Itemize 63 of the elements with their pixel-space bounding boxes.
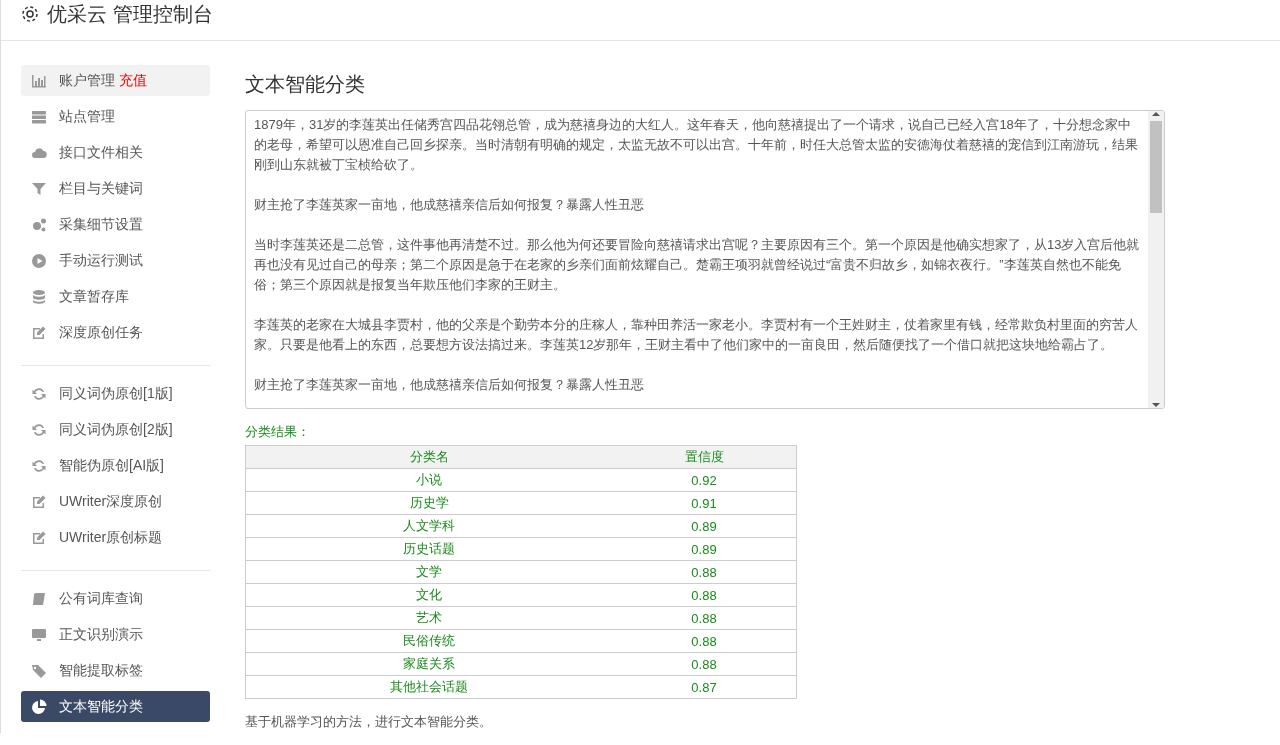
pie-chart-icon: [31, 698, 47, 715]
column-header: 置信度: [612, 445, 797, 469]
table-cell: 0.88: [612, 606, 797, 630]
sidebar-item[interactable]: 智能提取标签: [21, 655, 210, 686]
description-text: 基于机器学习的方法，进行文本智能分类。: [245, 713, 493, 731]
scroll-up-icon[interactable]: [1152, 111, 1160, 117]
result-label: 分类结果：: [245, 423, 311, 441]
sidebar-item[interactable]: 采集细节设置: [21, 209, 210, 240]
table-cell: 0.88: [612, 560, 797, 584]
table-cell: 小说: [245, 468, 613, 492]
text-input-area[interactable]: 1879年，31岁的李莲英出任储秀宫四品花翎总管，成为慈禧身边的大红人。这年春天，他向慈禧提出了一个请求，说自己已经入宫18年了，十分想念家中的老母，希望可以恩准自己回乡探亲。当时清朝有明确的规定，太监无故不可以出宫。十年前，时任大总管太监的安德海仗着慈禧的宠信到江南游玩，结果刚到山东就被丁宝桢给砍了。 财主抢了李莲英家一亩地，他成慈禧亲信后如何报复？暴露人性丑恶 当时李莲英还是二总管，这件事他再清楚不过。那么他为何还要冒险向慈禧请求出宫呢？主要原因有三个。第一个原因是他确实想家了，从13岁入宫后他就再也没有见过自己的母亲；第二个原因是急于在老家的乡亲们面前炫耀自己。楚霸王项羽就曾经说过“富贵不归故乡，如锦衣夜行。”李莲英自然也不能免俗；第三个原因就是报复当年欺压他们李家的王财主。 李莲英的老家在大城县李贾村，他的父亲是个勤劳本分的庄稼人，靠种田养活一家老小。李贾村有一个王姓财主，仗着家里有钱，经常欺负村里面的穷苦人家。只要是他看上的东西，总要想方设法搞过来。李莲英12岁那年，王财主看中了他们家中的一亩良田，然后随便找了一个借口就把这块地给霸占了。 财主抢了李莲英家一亩地，他成慈禧亲信后如何报复？暴露人性丑恶: [245, 110, 1165, 409]
scrollbar-thumb[interactable]: [1150, 121, 1162, 213]
table-cell: 艺术: [245, 606, 613, 630]
refresh-icon: [31, 457, 47, 474]
table-cell: 人文学科: [245, 514, 613, 538]
table-cell: 0.88: [612, 652, 797, 676]
sidebar-item[interactable]: UWriter原创标题: [21, 522, 210, 553]
database-icon: [31, 288, 47, 305]
sidebar-item[interactable]: 同义词伪原创[2版]: [21, 414, 210, 445]
sidebar-item[interactable]: 文本智能分类: [21, 691, 210, 722]
sidebar-item[interactable]: 文章暂存库: [21, 281, 210, 312]
scroll-down-icon[interactable]: [1152, 402, 1160, 408]
column-header: 分类名: [245, 445, 613, 469]
table-cell: 0.89: [612, 537, 797, 561]
sidebar-item[interactable]: 站点管理: [21, 101, 210, 132]
table-cell: 民俗传统: [245, 629, 613, 653]
refresh-icon: [31, 421, 47, 438]
bar-chart-icon: [31, 72, 47, 89]
table-cell: 0.89: [612, 514, 797, 538]
table-cell: 历史学: [245, 491, 613, 515]
table-cell: 家庭关系: [245, 652, 613, 676]
sidebar-item[interactable]: 智能伪原创[AI版]: [21, 450, 210, 481]
sidebar-item[interactable]: 栏目与关键词: [21, 173, 210, 204]
filter-icon: [31, 180, 47, 197]
edit-icon: [31, 324, 47, 341]
table-cell: 0.88: [612, 629, 797, 653]
app-title: 优采云 管理控制台: [47, 1, 213, 27]
tag-icon: [31, 662, 47, 679]
sidebar-item[interactable]: 账户管理 充值: [21, 65, 210, 96]
table-cell: 文化: [245, 583, 613, 607]
refresh-icon: [31, 385, 47, 402]
table-cell: 其他社会话题: [245, 675, 613, 699]
table-cell: 0.87: [612, 675, 797, 699]
edit-icon: [31, 493, 47, 510]
settings-icon: [21, 5, 39, 23]
table-cell: 0.88: [612, 583, 797, 607]
table-cell: 0.92: [612, 468, 797, 492]
sidebar-item[interactable]: UWriter深度原创: [21, 486, 210, 517]
sidebar-item[interactable]: 手动运行测试: [21, 245, 210, 276]
sidebar-item[interactable]: 同义词伪原创[1版]: [21, 378, 210, 409]
sidebar-item[interactable]: 正文识别演示: [21, 619, 210, 650]
edit-icon: [31, 529, 47, 546]
server-icon: [31, 108, 47, 125]
sidebar-item[interactable]: 接口文件相关: [21, 137, 210, 168]
page-title: 文本智能分类: [245, 72, 366, 97]
table-cell: 历史话题: [245, 537, 613, 561]
monitor-icon: [31, 626, 47, 643]
sidebar-item[interactable]: 深度原创任务: [21, 317, 210, 348]
play-icon: [31, 252, 47, 269]
table-cell: 文学: [245, 560, 613, 584]
sidebar-item[interactable]: 公有词库查询: [21, 583, 210, 614]
scrollbar[interactable]: [1148, 111, 1164, 408]
table-cell: 0.91: [612, 491, 797, 515]
